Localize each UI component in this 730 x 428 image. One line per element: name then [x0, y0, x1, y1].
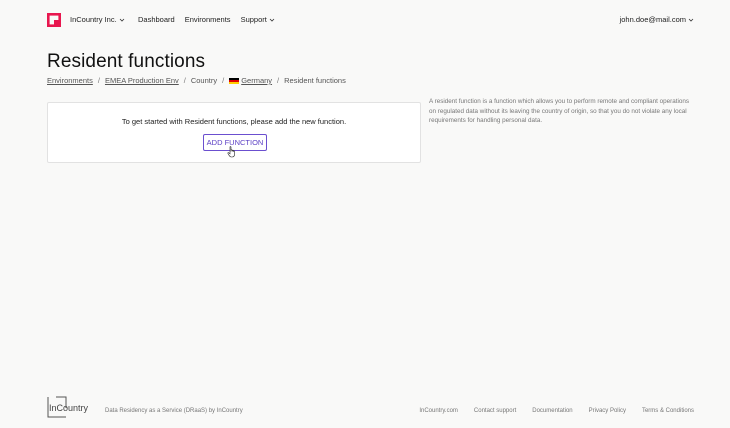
breadcrumb-emea-production-env[interactable]: EMEA Production Env	[105, 76, 179, 85]
germany-flag-icon	[229, 77, 240, 84]
page-title: Resident functions	[47, 51, 206, 72]
user-menu[interactable]: john.doe@mail.com	[620, 15, 694, 24]
incountry-footer-logo[interactable]: InCountry	[47, 396, 89, 418]
nav-support-label: Support	[240, 15, 267, 24]
breadcrumb-separator: /	[97, 76, 100, 85]
footer-link-privacy-policy[interactable]: Privacy Policy	[589, 408, 626, 414]
org-switcher[interactable]: InCountry Inc.	[70, 15, 125, 24]
footer-link-documentation[interactable]: Documentation	[532, 408, 572, 414]
incountry-logo-icon[interactable]	[47, 13, 61, 27]
chevron-down-icon	[269, 18, 275, 22]
empty-state-message: To get started with Resident functions, …	[121, 117, 347, 126]
breadcrumb-germany[interactable]: Germany	[241, 76, 272, 85]
main-nav: Dashboard Environments Support	[138, 15, 275, 24]
footer-links: InCountry.com Contact support Documentat…	[419, 408, 694, 414]
breadcrumb-country: Country	[190, 76, 218, 85]
footer-link-incountry[interactable]: InCountry.com	[419, 408, 458, 414]
nav-environments-label: Environments	[184, 15, 231, 24]
nav-dashboard-label: Dashboard	[138, 15, 175, 24]
footer-link-contact-support[interactable]: Contact support	[474, 408, 516, 414]
resident-function-description: A resident function is a function which …	[429, 98, 690, 124]
hand-pointer-icon	[227, 146, 235, 158]
top-navigation-bar: InCountry Inc. Dashboard Environments Su…	[0, 0, 730, 42]
footer-tagline: Data Residency as a Service (DRaaS) by I…	[105, 408, 243, 414]
org-name: InCountry Inc.	[70, 15, 117, 24]
chevron-down-icon	[119, 18, 124, 22]
breadcrumb-separator: /	[277, 76, 280, 85]
nav-support[interactable]: Support	[241, 15, 275, 24]
breadcrumb-environments[interactable]: Environments	[47, 76, 93, 85]
breadcrumb: Environments / EMEA Production Env / Cou…	[47, 76, 346, 85]
footer-link-terms[interactable]: Terms & Conditions	[642, 408, 694, 414]
user-email: john.doe@mail.com	[619, 15, 686, 24]
footer-logo-text: InCountry	[49, 403, 89, 413]
breadcrumb-resident-functions: Resident functions	[284, 76, 346, 85]
nav-dashboard[interactable]: Dashboard	[138, 15, 175, 24]
breadcrumb-separator: /	[222, 76, 225, 85]
chevron-down-icon	[688, 18, 694, 22]
breadcrumb-separator: /	[183, 76, 186, 85]
nav-environments[interactable]: Environments	[185, 15, 231, 24]
